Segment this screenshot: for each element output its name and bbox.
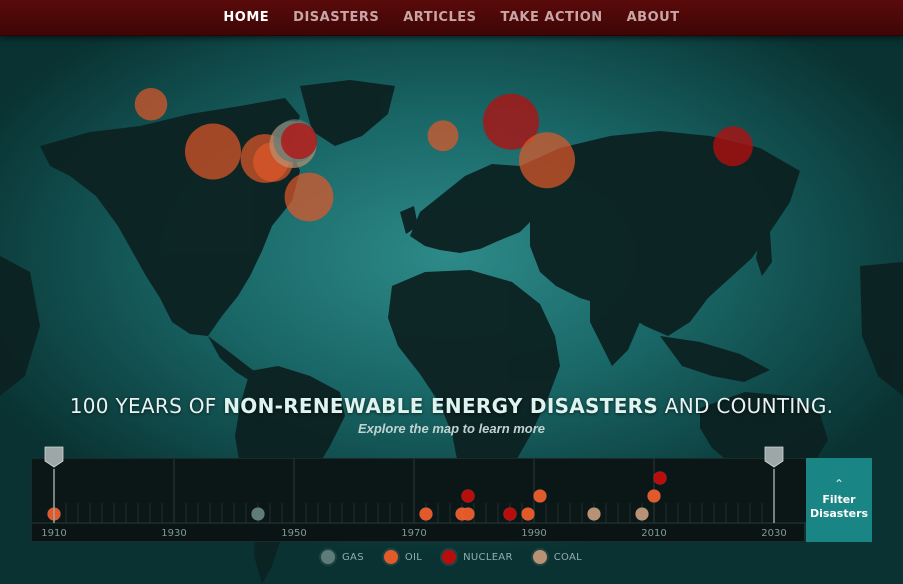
legend-item-coal[interactable]: COAL [532, 550, 582, 564]
oil-dot-icon [383, 550, 398, 564]
headline-emphasis: NON-RENEWABLE ENERGY DISASTERS [223, 394, 659, 418]
timeline-event-coal[interactable] [587, 507, 601, 521]
timeline-tick-label: 2010 [641, 528, 666, 539]
nuclear-dot-icon [442, 550, 457, 564]
nav-about[interactable]: ABOUT [627, 10, 680, 25]
legend-label-oil: OIL [404, 551, 423, 563]
gas-dot-icon [321, 550, 335, 564]
timeline-tick-label: 1970 [401, 528, 426, 539]
continent-north-america [40, 98, 300, 336]
legend-item-nuclear[interactable]: NUCLEAR [442, 550, 513, 564]
subhead: Explore the map to learn more [357, 421, 546, 436]
main-navigation: HOME DISASTERS ARTICLES TAKE ACTION ABOUT [0, 0, 903, 36]
nav-home[interactable]: HOME [223, 10, 269, 25]
timeline-event-nuclear[interactable] [461, 489, 475, 503]
timeline-tick-label: 1930 [161, 528, 186, 539]
timeline-event-oil[interactable] [521, 507, 535, 521]
timeline-tick-label: 1990 [521, 528, 546, 539]
map-bubble-oil[interactable] [519, 132, 575, 189]
legend-label-coal: COAL [553, 551, 582, 563]
legend-item-gas[interactable]: GAS [321, 550, 364, 564]
timeline-event-oil[interactable] [533, 489, 547, 503]
map-bubble-oil[interactable] [284, 172, 334, 222]
nav-articles[interactable]: ARTICLES [403, 10, 476, 25]
timeline-event-nuclear[interactable] [653, 471, 667, 485]
headline-part3: AND COUNTING. [658, 394, 834, 418]
page-headline: 100 YEARS OF NON-RENEWABLE ENERGY DISAST… [0, 394, 903, 418]
timeline-event-nuclear[interactable] [503, 507, 517, 521]
nav-take-action[interactable]: TAKE ACTION [500, 10, 602, 25]
continent-europe [410, 164, 540, 253]
timeline-svg: 1910 1930 1950 1970 1990 2010 2030 [32, 446, 806, 539]
timeline-event-oil[interactable] [461, 507, 475, 521]
legend-item-oil[interactable]: OIL [383, 550, 423, 564]
timeline-tick-label: 1910 [41, 528, 66, 539]
coal-dot-icon [532, 550, 547, 564]
continent-east-edge [860, 262, 903, 396]
map-bubble-oil[interactable] [427, 120, 459, 152]
filter-disasters-button[interactable]: ⌃ Filter Disasters [806, 458, 872, 542]
map-bubble-oil[interactable] [185, 123, 241, 180]
legend-label-gas: GAS [342, 551, 364, 563]
timeline-event-oil[interactable] [647, 489, 661, 503]
timeline-tick-label: 1950 [281, 528, 306, 539]
continent-southeast-asia [660, 336, 770, 382]
nav-disasters[interactable]: DISASTERS [293, 10, 379, 25]
timeline-tick-label: 2030 [761, 528, 786, 539]
map-bubble-nuclear[interactable] [280, 122, 318, 160]
map-bubble-oil[interactable] [134, 87, 168, 121]
chevron-up-icon: ⌃ [833, 477, 845, 491]
timeline[interactable]: 1910 1930 1950 1970 1990 2010 2030 [31, 446, 806, 542]
timeline-event-oil[interactable] [419, 507, 433, 521]
map-bubble-nuclear[interactable] [713, 126, 753, 167]
filter-disasters-label: Filter Disasters [809, 493, 869, 520]
legend: GAS OIL NUCLEAR COAL [0, 548, 903, 566]
timeline-event-gas[interactable] [251, 507, 265, 521]
headline-part1: 100 YEARS OF [69, 394, 224, 418]
timeline-event-coal[interactable] [635, 507, 649, 521]
continent-west-edge [0, 256, 40, 396]
legend-label-nuclear: NUCLEAR [463, 551, 513, 563]
